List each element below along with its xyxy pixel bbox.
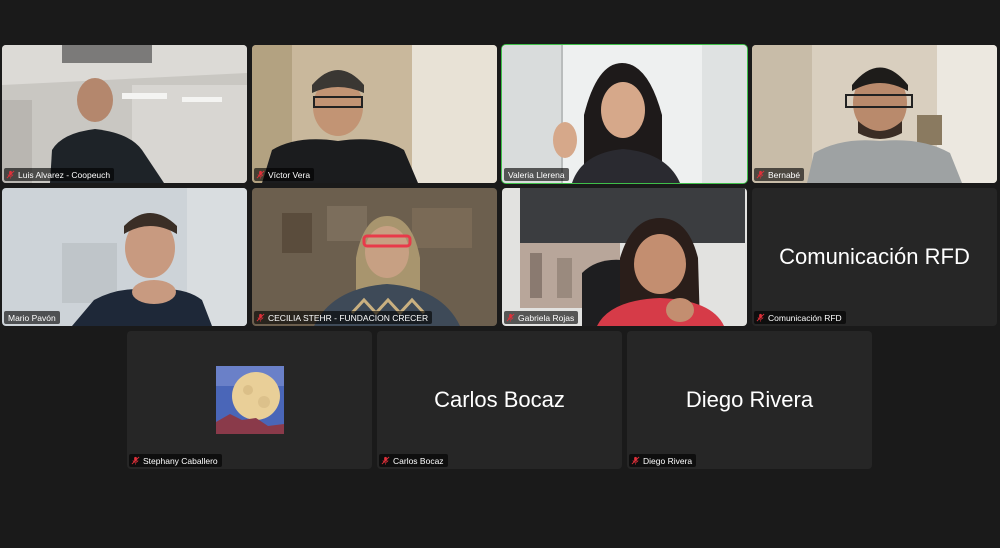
participant-name: Stephany Caballero [143,455,218,466]
name-tile-comunicacion-rfd[interactable]: Comunicación RFD Comunicación RFD [752,188,997,326]
participant-name-label: Carlos Bocaz [379,454,448,467]
participant-name: Mario Pavón [8,312,56,323]
name-tile-diego-rivera[interactable]: Diego Rivera Diego Rivera [627,331,872,469]
participant-display-name: Diego Rivera [685,387,814,412]
participant-name-label: Mario Pavón [4,311,60,324]
muted-mic-icon [756,170,765,179]
muted-mic-icon [256,170,265,179]
participant-name-label: Bernabé [754,168,805,181]
video-tile-cecilia-stehr[interactable]: CECILIA STEHR - FUNDACION CRECER [252,188,497,326]
muted-mic-icon [381,456,390,465]
muted-mic-icon [756,313,765,322]
participant-name-label: Valeria Llerena [504,168,569,181]
muted-mic-icon [6,170,15,179]
participant-name-label: Comunicación RFD [754,311,846,324]
participant-name-label: CECILIA STEHR - FUNDACION CRECER [254,311,433,324]
participant-display-name: Carlos Bocaz [434,387,565,412]
video-tile-bernabe[interactable]: Bernabé [752,45,997,183]
participant-name: Gabriela Rojas [518,312,575,323]
muted-mic-icon [631,456,640,465]
participant-video [502,188,747,326]
participant-video [252,188,497,326]
participant-video [2,188,247,326]
participant-name: CECILIA STEHR - FUNDACION CRECER [268,312,429,323]
name-tile-carlos-bocaz[interactable]: Carlos Bocaz Carlos Bocaz [377,331,622,469]
participant-video [252,45,497,183]
participant-name: Víctor Vera [268,169,311,180]
participant-video [502,45,747,183]
participant-name: Bernabé [768,169,801,180]
participant-name-label: Víctor Vera [254,168,315,181]
video-tile-mario-pavon[interactable]: Mario Pavón [2,188,247,326]
video-tile-valeria-llerena[interactable]: Valeria Llerena [501,44,748,184]
participant-name: Comunicación RFD [768,312,842,323]
participant-name: Valeria Llerena [508,169,565,180]
participant-name: Diego Rivera [643,455,693,466]
participant-video [2,45,247,183]
participant-name-label: Diego Rivera [629,454,697,467]
participant-name-label: Stephany Caballero [129,454,222,467]
avatar-tile-stephany-caballero[interactable]: Stephany Caballero [127,331,372,469]
participant-video [752,45,997,183]
muted-mic-icon [256,313,265,322]
muted-mic-icon [506,313,515,322]
participant-name-label: Luis Alvarez - Coopeuch [4,168,115,181]
participant-display-name: Comunicación RFD [779,244,970,269]
muted-mic-icon [131,456,140,465]
participant-name-label: Gabriela Rojas [504,311,579,324]
video-tile-gabriela-rojas[interactable]: Gabriela Rojas [502,188,747,326]
video-tile-victor-vera[interactable]: Víctor Vera [252,45,497,183]
video-tile-luis-alvarez[interactable]: Luis Alvarez - Coopeuch [2,45,247,183]
avatar [216,366,284,434]
participant-name: Luis Alvarez - Coopeuch [18,169,111,180]
participant-name: Carlos Bocaz [393,455,444,466]
